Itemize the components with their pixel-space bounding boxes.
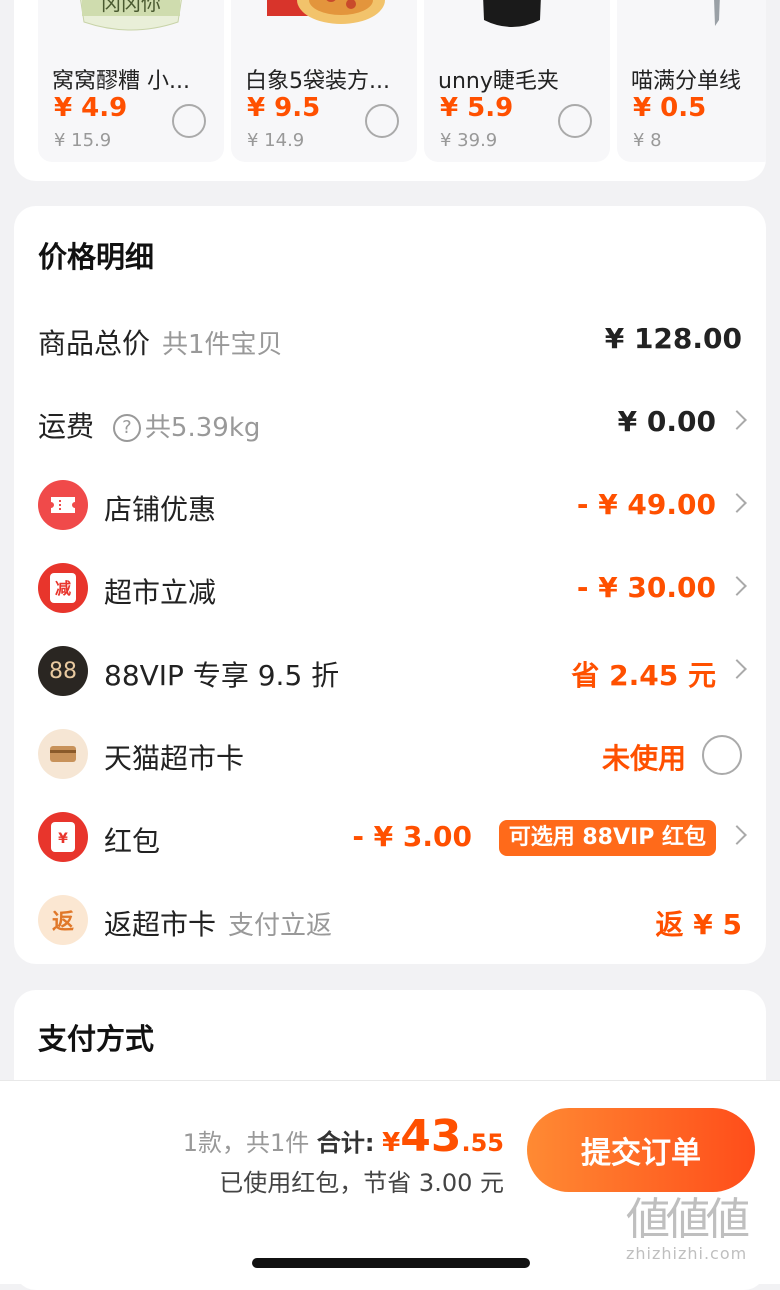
store-discount-row[interactable]: 店铺优惠 - ¥ 49.00 [14, 476, 766, 536]
recommendation-card: 冈冈你 窝窝醪糟 小... ¥ 4.9 ¥ 15.9 白象5袋装方... ¥ 9… [14, 0, 766, 181]
discount-icon: 减 [38, 563, 88, 613]
discount-icon-glyph: 减 [50, 573, 76, 603]
row-sublabel: 支付立返 [228, 911, 333, 941]
row-sublabel: 共5.39kg [144, 413, 261, 443]
recommended-product[interactable]: 白象5袋装方... ¥ 9.5 ¥ 14.9 [231, 0, 417, 162]
watermark-url: zhizhizhi.com [626, 1244, 748, 1263]
section-title: 支付方式 [38, 1022, 155, 1056]
product-image [617, 0, 766, 52]
select-radio[interactable] [172, 104, 206, 138]
tmall-card-row[interactable]: 天猫超市卡 未使用 [14, 725, 766, 785]
88vip-icon-text: 88 [49, 658, 77, 684]
total-integer: 43 [400, 1111, 462, 1162]
88vip-icon: 88 [38, 646, 88, 696]
red-packet-row[interactable]: ¥ 红包 - ¥ 3.00 可选用 88VIP 红包 [14, 808, 766, 868]
row-value: 返 ¥ 5 [655, 908, 742, 941]
row-label: 超市立减 [104, 576, 217, 609]
row-label: 返超市卡 [104, 908, 217, 941]
saving-note: 已使用红包，节省 3.00 元 [219, 1169, 504, 1197]
recommended-product[interactable]: 喵满分单线 ¥ 0.5 ¥ 8 [617, 0, 766, 162]
product-original-price: ¥ 8 [633, 130, 662, 151]
chevron-right-icon [727, 659, 747, 679]
product-name: 喵满分单线 [631, 69, 742, 94]
ticket-icon [38, 480, 88, 530]
row-value: ¥ 128.00 [604, 322, 742, 355]
row-value: ¥ 0.00 [617, 405, 716, 438]
cashback-icon-glyph: 返 [51, 910, 74, 935]
row-label: 88VIP 专享 9.5 折 [104, 659, 340, 692]
cashback-row: 返 返超市卡 支付立返 返 ¥ 5 [14, 891, 766, 951]
red-packet-icon-glyph: ¥ [51, 822, 75, 852]
product-original-price: ¥ 39.9 [440, 130, 498, 151]
supermarket-discount-row[interactable]: 减 超市立减 - ¥ 30.00 [14, 559, 766, 619]
cashback-icon: 返 [38, 895, 88, 945]
product-price: ¥ 9.5 [247, 93, 321, 123]
tmall-card-toggle[interactable] [702, 735, 742, 775]
row-sublabel: 共1件宝贝 [162, 330, 283, 360]
red-packet-icon: ¥ [38, 812, 88, 862]
recommended-product[interactable]: UNNY unny睫毛夹 ¥ 5.9 ¥ 39.9 [424, 0, 610, 162]
row-label: 天猫超市卡 [104, 742, 245, 775]
shipping-row[interactable]: 运费 ? 共5.39kg ¥ 0.00 [14, 393, 766, 453]
select-radio[interactable] [558, 104, 592, 138]
currency-symbol: ¥ [382, 1128, 401, 1158]
chevron-right-icon [727, 825, 747, 845]
row-label: 运费 [38, 410, 95, 443]
svg-text:冈冈你: 冈冈你 [101, 0, 161, 15]
total-decimal: .55 [461, 1129, 504, 1157]
product-image [231, 0, 417, 52]
home-indicator[interactable] [252, 1258, 530, 1268]
chevron-right-icon [727, 493, 747, 513]
chevron-right-icon [727, 410, 747, 430]
vip-discount-row[interactable]: 88 88VIP 专享 9.5 折 省 2.45 元 [14, 642, 766, 702]
total-label: 合计: [316, 1129, 375, 1157]
chevron-right-icon [727, 576, 747, 596]
vip-red-packet-tag[interactable]: 可选用 88VIP 红包 [498, 820, 716, 856]
submit-order-button[interactable]: 提交订单 [527, 1108, 755, 1192]
row-value: 未使用 [601, 742, 686, 775]
product-name: 窝窝醪糟 小... [52, 69, 190, 94]
product-original-price: ¥ 15.9 [54, 130, 112, 151]
help-icon[interactable]: ? [112, 414, 141, 442]
row-label: 红包 [104, 825, 161, 858]
product-name: unny睫毛夹 [438, 69, 559, 94]
goods-total-row: 商品总价 共1件宝贝 ¥ 128.00 [14, 310, 766, 370]
total-line: 1款，共1件 合计: ¥43.55 [183, 1111, 504, 1162]
product-image: 冈冈你 [38, 0, 224, 52]
section-title: 价格明细 [38, 240, 155, 274]
watermark-logo: 値値値 [626, 1194, 750, 1245]
watermark: 値値値 zhizhizhi.com [626, 1194, 750, 1264]
product-price: ¥ 5.9 [440, 93, 514, 123]
row-value: - ¥ 30.00 [576, 571, 716, 604]
row-value: - ¥ 3.00 [352, 820, 472, 853]
row-label: 商品总价 [38, 327, 151, 360]
product-price: ¥ 4.9 [54, 93, 128, 123]
row-label: 店铺优惠 [104, 493, 217, 526]
select-radio[interactable] [365, 104, 399, 138]
product-image: UNNY [424, 0, 610, 52]
row-value: 省 2.45 元 [571, 659, 716, 692]
product-name: 白象5袋装方... [245, 69, 390, 94]
item-count: 1款，共1件 [182, 1129, 310, 1157]
product-price: ¥ 0.5 [633, 93, 707, 123]
recommended-product[interactable]: 冈冈你 窝窝醪糟 小... ¥ 4.9 ¥ 15.9 [38, 0, 224, 162]
row-value: - ¥ 49.00 [576, 488, 716, 521]
price-detail-card: 价格明细 商品总价 共1件宝贝 ¥ 128.00 运费 ? 共5.39kg ¥ 0.… [14, 206, 766, 964]
product-original-price: ¥ 14.9 [247, 130, 305, 151]
card-icon [38, 729, 88, 779]
